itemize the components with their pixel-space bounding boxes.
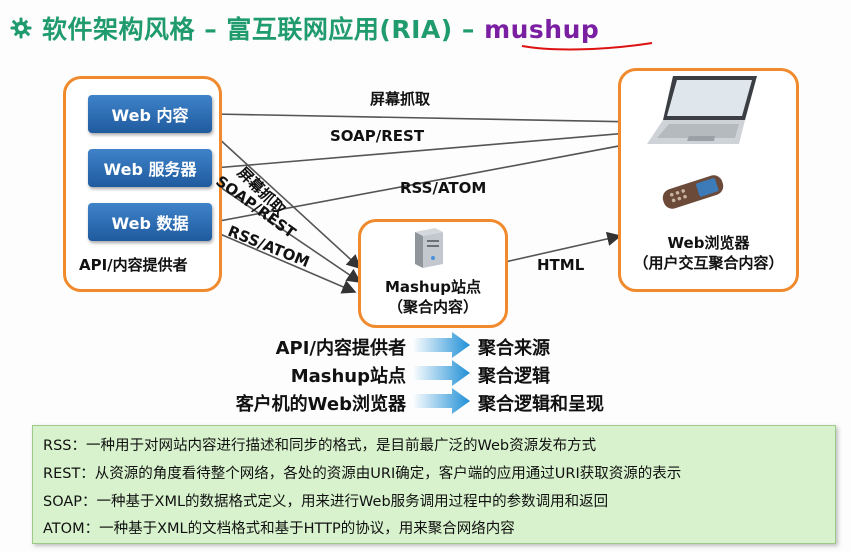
label-html: HTML bbox=[537, 256, 585, 274]
mapping-right-3: 聚合逻辑和呈现 bbox=[478, 394, 604, 415]
chip-web-content: Web 内容 bbox=[88, 95, 212, 133]
mapping-left-3: 客户机的Web浏览器 bbox=[235, 394, 406, 415]
slide: 软件架构风格 – 富互联网应用(RIA) – mushup Web 内容 Web… bbox=[0, 0, 851, 552]
mapping-arrow-1 bbox=[412, 332, 470, 358]
note-rss: RSS：一种用于对网站内容进行描述和同步的格式，是目前最广泛的Web资源发布方式 bbox=[43, 438, 597, 454]
label-top-rss: RSS/ATOM bbox=[400, 179, 487, 197]
note-rest: REST：从资源的角度看待整个网络，各处的资源由URI确定，客户端的应用通过UR… bbox=[43, 466, 682, 482]
definition-note-box: RSS：一种用于对网站内容进行描述和同步的格式，是目前最广泛的Web资源发布方式… bbox=[32, 425, 836, 544]
label-top-scrape: 屏幕抓取 bbox=[370, 90, 431, 108]
mapping-left-2: Mashup站点 bbox=[290, 366, 406, 387]
arrow-scrape-to-browser bbox=[213, 113, 642, 129]
chip-web-server: Web 服务器 bbox=[88, 149, 212, 187]
mapping-arrow-2 bbox=[412, 360, 470, 386]
mapping-left-1: API/内容提供者 bbox=[275, 338, 406, 359]
mapping-arrow-3 bbox=[412, 388, 470, 414]
provider-caption: API/内容提供者 bbox=[79, 256, 188, 274]
mapping-right-2: 聚合逻辑 bbox=[478, 366, 550, 387]
mobile-phone-icon bbox=[662, 175, 724, 209]
arrow-soap-to-browser bbox=[213, 125, 642, 169]
mashup-label-1: Mashup站点 bbox=[384, 278, 482, 296]
chip-web-data: Web 数据 bbox=[88, 203, 212, 241]
mapping-right-1: 聚合来源 bbox=[478, 338, 550, 359]
browser-label-2: （用户交互聚合内容） bbox=[633, 254, 784, 272]
note-soap: SOAP：一种基于XML的数据格式定义，用来进行Web服务调用过程中的参数调用和… bbox=[43, 494, 609, 510]
server-icon bbox=[415, 228, 443, 268]
note-atom: ATOM：一种基于XML的文档格式和基于HTTP的协议，用来聚合网络内容 bbox=[43, 521, 515, 537]
mapping-arrows bbox=[412, 332, 470, 414]
laptop-icon bbox=[647, 76, 757, 144]
label-top-soap: SOAP/REST bbox=[330, 127, 425, 145]
mashup-label-2: （聚合内容） bbox=[387, 298, 478, 316]
browser-label-1: Web浏览器 bbox=[667, 234, 750, 252]
